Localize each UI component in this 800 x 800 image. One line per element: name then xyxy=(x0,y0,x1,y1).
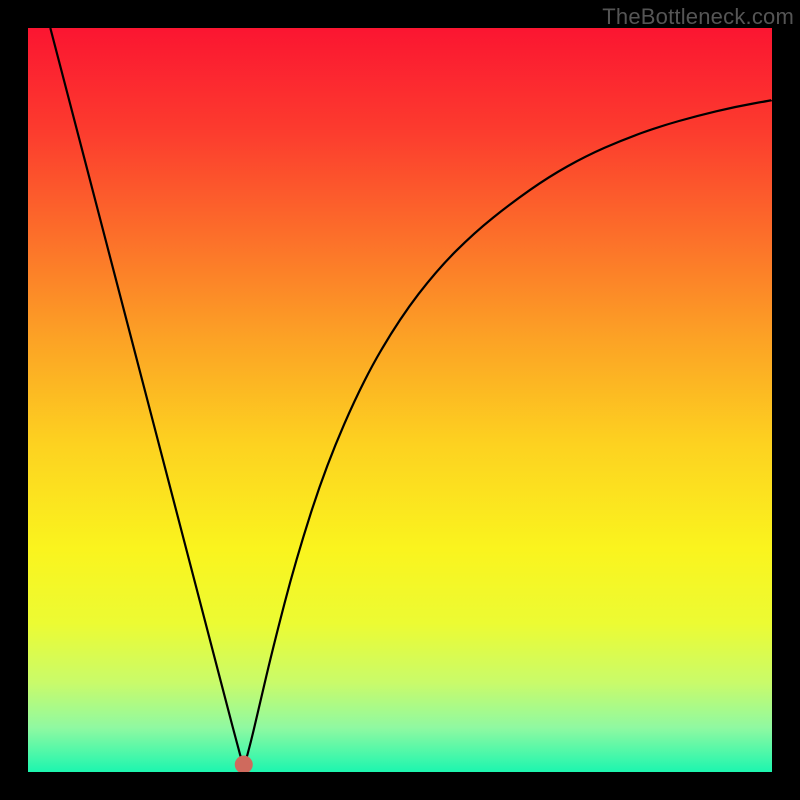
gradient-background xyxy=(28,28,772,772)
chart-frame xyxy=(28,28,772,772)
chart-plot xyxy=(28,28,772,772)
watermark-text: TheBottleneck.com xyxy=(602,4,794,30)
